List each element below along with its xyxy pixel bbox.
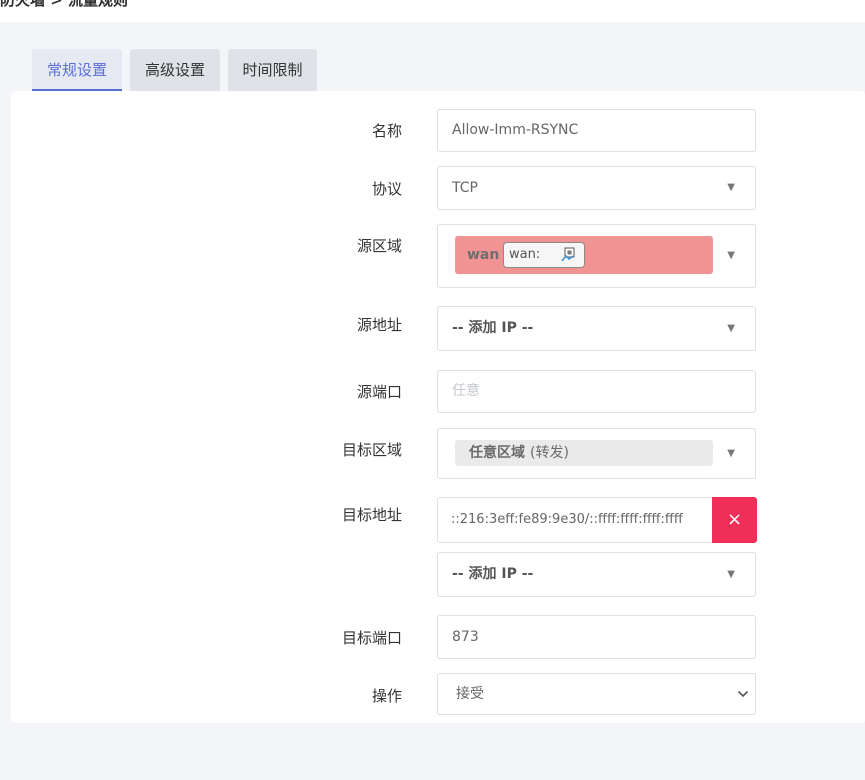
- source-address-dropdown[interactable]: -- 添加 IP -- ▼: [437, 306, 756, 351]
- device-label: wan:: [509, 247, 541, 262]
- tab-time-restrictions[interactable]: 时间限制: [228, 49, 317, 91]
- name-label: 名称: [371, 122, 402, 140]
- source-port-placeholder: 任意: [452, 383, 480, 399]
- tab-general-settings[interactable]: 常规设置: [32, 49, 122, 91]
- destination-address-label: 目标地址: [341, 506, 402, 524]
- name-value: Allow-Imm-RSYNC: [452, 122, 579, 138]
- triangle-down-icon: ▼: [727, 250, 735, 261]
- action-value: 接受: [456, 686, 484, 702]
- triangle-down-icon: ▼: [727, 448, 735, 459]
- device-badge: wan:: [503, 242, 585, 268]
- name-input[interactable]: Allow-Imm-RSYNC: [437, 109, 756, 152]
- protocol-value: TCP: [452, 180, 478, 196]
- zone-name: wan: [467, 247, 500, 263]
- protocol-dropdown[interactable]: TCP ▼: [437, 166, 756, 210]
- triangle-down-icon: ▼: [727, 182, 735, 193]
- destination-port-input[interactable]: 873: [437, 615, 756, 659]
- chevron-down-icon: [737, 690, 749, 698]
- destination-zone-label: 目标区域: [341, 441, 402, 459]
- source-address-value: -- 添加 IP --: [452, 320, 534, 336]
- triangle-down-icon: ▼: [727, 569, 735, 580]
- destination-address-value: ::216:3eff:fe89:9e30/::ffff:ffff:ffff:ff…: [451, 512, 683, 527]
- source-zone-label: 源区域: [356, 237, 402, 255]
- remove-address-button[interactable]: ×: [712, 497, 757, 543]
- destination-address-add-dropdown[interactable]: -- 添加 IP -- ▼: [437, 552, 756, 597]
- source-address-label: 源地址: [356, 316, 402, 334]
- action-label: 操作: [371, 687, 402, 705]
- source-port-input[interactable]: 任意: [437, 370, 756, 413]
- tab-advanced-settings[interactable]: 高级设置: [130, 49, 220, 91]
- destination-port-label: 目标端口: [341, 629, 402, 647]
- source-zone-dropdown[interactable]: wan wan: ▼: [437, 224, 756, 288]
- zone-chip-any: 任意区域 (转发): [455, 440, 713, 466]
- top-header: 防火墙 > 流量规则: [0, 0, 865, 22]
- zone-any-name: 任意区域: [469, 445, 525, 461]
- zone-any-forward: (转发): [530, 445, 569, 461]
- destination-address-input[interactable]: ::216:3eff:fe89:9e30/::ffff:ffff:ffff:ff…: [437, 497, 713, 543]
- network-port-icon: [561, 247, 575, 262]
- action-select[interactable]: 接受: [437, 673, 756, 715]
- source-port-label: 源端口: [356, 383, 402, 401]
- zone-chip-wan: wan wan:: [455, 236, 713, 274]
- destination-port-value: 873: [452, 629, 479, 645]
- breadcrumb: 防火墙 > 流量规则: [0, 0, 129, 9]
- triangle-down-icon: ▼: [727, 323, 735, 334]
- destination-address-add-value: -- 添加 IP --: [452, 566, 534, 582]
- destination-zone-dropdown[interactable]: 任意区域 (转发) ▼: [437, 428, 756, 479]
- protocol-label: 协议: [371, 180, 402, 198]
